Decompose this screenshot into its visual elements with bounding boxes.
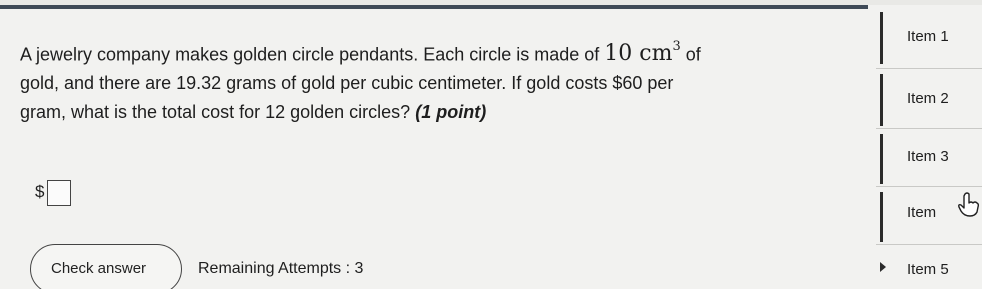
volume-expression: 10 cm3 — [604, 39, 681, 67]
nav-item-label: Item 1 — [907, 28, 949, 45]
remaining-attempts: Remaining Attempts : 3 — [198, 260, 364, 277]
nav-item-label: Item 2 — [907, 90, 949, 107]
nav-item-rule — [880, 192, 883, 242]
question-line-2: gold, and there are 19.32 grams of gold … — [20, 73, 674, 94]
progress-bar — [0, 5, 868, 9]
nav-item-rule — [880, 12, 883, 64]
item-navigation: Item 1 Item 2 Item 3 Item Item 5 — [872, 0, 982, 289]
question-text-part: gram, what is the total cost for 12 gold… — [20, 102, 411, 123]
nav-item-3[interactable]: Item 3 — [872, 130, 982, 186]
question-line-3: gram, what is the total cost for 12 gold… — [20, 98, 810, 127]
check-answer-button[interactable]: Check answer — [30, 244, 182, 289]
nav-item-label: Item 3 — [907, 148, 949, 165]
nav-item-label: Item 5 — [907, 261, 949, 278]
points-label: (1 point) — [415, 102, 487, 123]
volume-value: 10 cm — [604, 41, 673, 67]
currency-symbol: $ — [35, 182, 45, 201]
nav-divider — [876, 244, 982, 245]
question-text-part: A jewelry company makes golden circle pe… — [20, 44, 600, 65]
hand-pointer-icon — [958, 192, 980, 217]
volume-exponent: 3 — [672, 39, 681, 54]
nav-divider — [876, 68, 982, 69]
nav-item-5[interactable]: Item 5 — [872, 246, 982, 289]
question-text-part: of — [685, 44, 701, 65]
nav-divider — [876, 128, 982, 129]
check-answer-label: Check answer — [51, 259, 147, 277]
nav-item-2[interactable]: Item 2 — [872, 70, 982, 128]
answer-input[interactable] — [47, 180, 71, 206]
arrow-right-icon — [880, 262, 886, 272]
nav-divider — [876, 186, 982, 187]
nav-item-rule — [880, 134, 883, 184]
quiz-page: A jewelry company makes golden circle pe… — [0, 0, 982, 289]
question-line-1: A jewelry company makes golden circle pe… — [20, 34, 810, 69]
nav-item-rule — [880, 74, 883, 126]
question-text: A jewelry company makes golden circle pe… — [20, 34, 810, 127]
nav-item-1[interactable]: Item 1 — [872, 6, 982, 66]
nav-item-label: Item — [907, 204, 937, 221]
